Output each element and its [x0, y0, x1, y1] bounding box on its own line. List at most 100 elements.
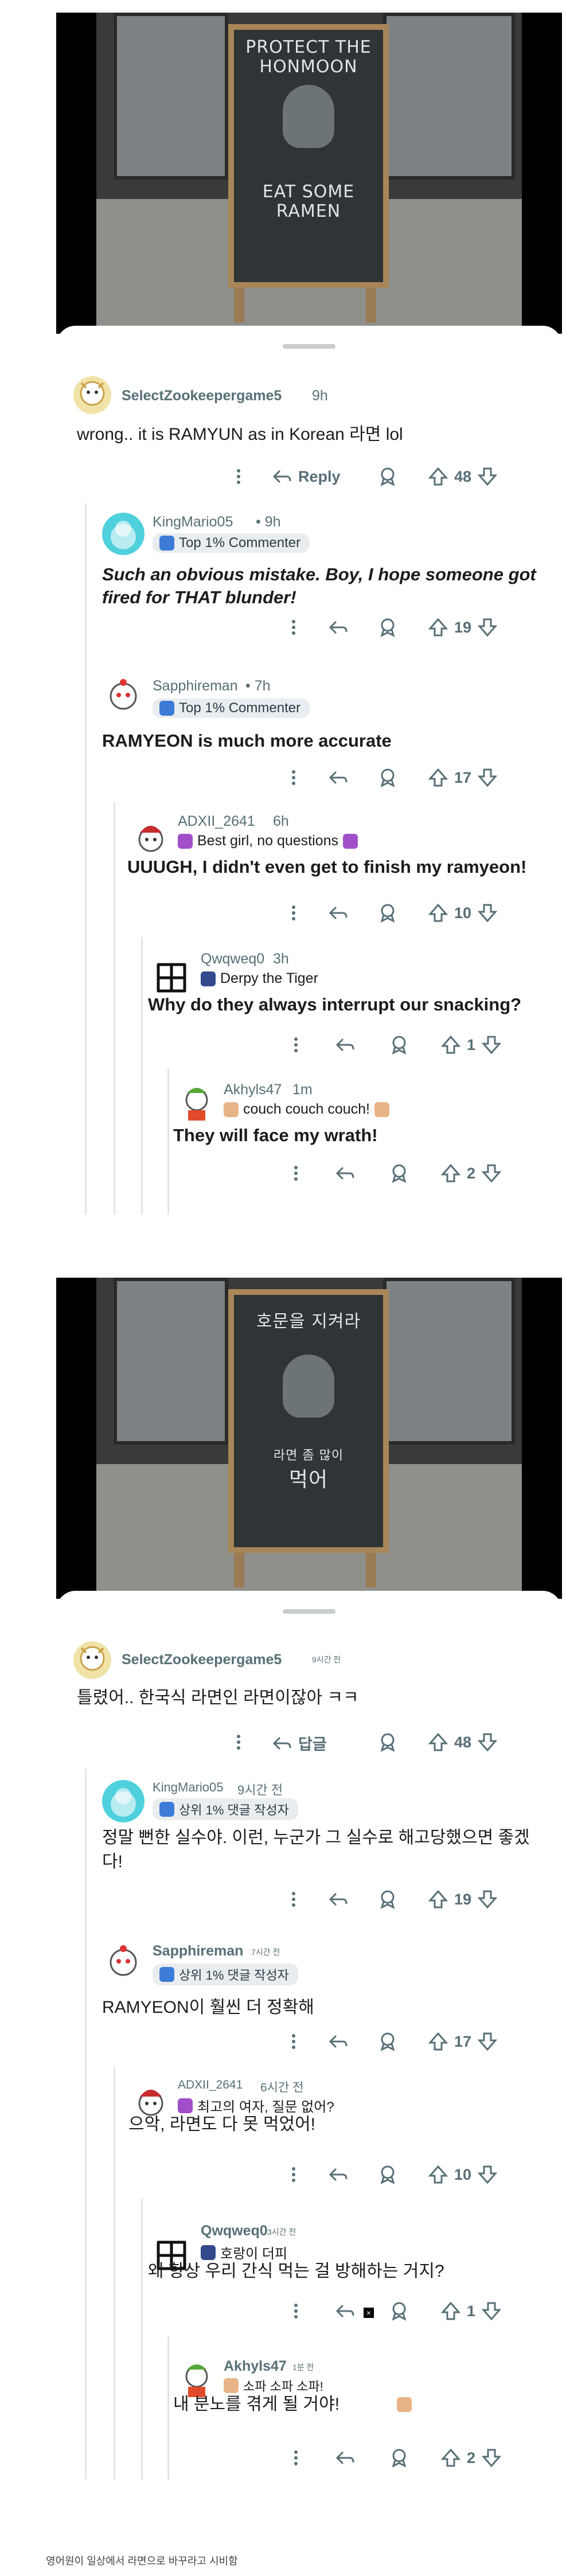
- avatar[interactable]: [102, 513, 145, 555]
- avatar[interactable]: [175, 1083, 218, 1125]
- reply-arrow-icon[interactable]: [328, 2031, 349, 2052]
- close-icon[interactable]: ×: [364, 2308, 374, 2318]
- reply-arrow-icon[interactable]: [335, 2301, 356, 2321]
- downvote-icon[interactable]: [477, 903, 498, 923]
- award-icon[interactable]: [389, 2448, 409, 2468]
- upvote-icon[interactable]: [428, 617, 448, 638]
- upvote-icon[interactable]: [428, 903, 448, 923]
- downvote-icon[interactable]: [481, 1163, 502, 1184]
- reply-button[interactable]: 답글: [272, 1732, 327, 1754]
- post-image-frame: 호문을 지켜라 라면 좀 많이 먹어: [56, 1278, 562, 1599]
- sheet-drag-handle[interactable]: [283, 344, 335, 349]
- downvote-icon[interactable]: [477, 466, 498, 487]
- flair-emoji-icon: [201, 971, 216, 986]
- thread-line[interactable]: [167, 2336, 169, 2480]
- avatar[interactable]: [102, 677, 145, 719]
- reply-arrow-icon[interactable]: [328, 617, 349, 638]
- page-caption: 영어원이 일상에서 라면으로 바꾸라고 시비함: [46, 2555, 238, 2567]
- more-options-icon[interactable]: [286, 2448, 306, 2468]
- downvote-icon[interactable]: [477, 617, 498, 638]
- avatar[interactable]: [151, 958, 192, 998]
- comment-username[interactable]: KingMario05: [153, 514, 233, 530]
- comment-username[interactable]: Sapphireman: [153, 678, 238, 694]
- award-icon[interactable]: [389, 1163, 409, 1184]
- downvote-icon[interactable]: [481, 2301, 502, 2321]
- reply-arrow-icon[interactable]: [328, 767, 349, 788]
- reply-arrow-icon[interactable]: [328, 1889, 349, 1910]
- reply-arrow-icon[interactable]: [335, 1163, 356, 1184]
- award-icon[interactable]: [377, 2031, 398, 2052]
- reply-button[interactable]: Reply: [272, 466, 341, 487]
- thread-line[interactable]: [85, 504, 87, 1215]
- upvote-icon[interactable]: [440, 1035, 461, 1055]
- thread-line[interactable]: [167, 1069, 169, 1215]
- more-options-icon[interactable]: [286, 1035, 306, 1055]
- downvote-icon[interactable]: [477, 767, 498, 788]
- upvote-icon[interactable]: [440, 1163, 461, 1184]
- more-options-icon[interactable]: [228, 1732, 249, 1753]
- user-flair: Top 1% Commenter: [153, 533, 310, 553]
- thread-line[interactable]: [141, 937, 143, 1215]
- comment-username[interactable]: Sapphireman: [153, 1943, 243, 1960]
- more-options-icon[interactable]: [283, 767, 304, 788]
- downvote-icon[interactable]: [477, 1889, 498, 1910]
- award-icon[interactable]: [377, 2164, 398, 2185]
- thread-line[interactable]: [85, 1769, 87, 2480]
- avatar[interactable]: [73, 376, 111, 414]
- avatar[interactable]: [73, 1641, 111, 1679]
- comment-username[interactable]: Akhyls47: [224, 2358, 287, 2375]
- upvote-icon[interactable]: [440, 2448, 461, 2468]
- award-icon[interactable]: [377, 617, 398, 638]
- reply-arrow-icon[interactable]: [328, 2164, 349, 2185]
- award-icon[interactable]: [377, 767, 398, 788]
- upvote-icon[interactable]: [428, 466, 448, 487]
- comment-username[interactable]: Qwqweq0: [201, 951, 264, 967]
- upvote-icon[interactable]: [428, 2031, 448, 2052]
- award-icon[interactable]: [377, 1889, 398, 1910]
- avatar[interactable]: [102, 1780, 145, 1822]
- downvote-icon[interactable]: [481, 1035, 502, 1055]
- comment-username[interactable]: SelectZookeepergame5: [122, 1652, 282, 1668]
- upvote-icon[interactable]: [428, 2164, 448, 2185]
- reply-arrow-icon[interactable]: [335, 1035, 356, 1055]
- comment-username[interactable]: SelectZookeepergame5: [122, 388, 282, 404]
- award-icon[interactable]: [377, 466, 398, 487]
- thread-line[interactable]: [114, 2067, 115, 2480]
- more-options-icon[interactable]: [286, 1163, 306, 1184]
- downvote-icon[interactable]: [477, 2164, 498, 2185]
- reply-arrow-icon[interactable]: [328, 903, 349, 923]
- downvote-icon[interactable]: [481, 2448, 502, 2468]
- more-options-icon[interactable]: [228, 466, 249, 487]
- avatar[interactable]: [102, 1943, 145, 1985]
- award-icon[interactable]: [389, 2301, 409, 2321]
- more-options-icon[interactable]: [283, 2031, 304, 2052]
- more-options-icon[interactable]: [283, 617, 304, 638]
- comment-username[interactable]: ADXII_2641: [178, 813, 255, 830]
- more-options-icon[interactable]: [286, 2301, 306, 2321]
- more-options-icon[interactable]: [283, 1889, 304, 1910]
- upvote-icon[interactable]: [440, 2301, 461, 2321]
- award-icon[interactable]: [377, 903, 398, 923]
- more-options-icon[interactable]: [283, 903, 304, 923]
- comment-username[interactable]: KingMario05: [153, 1780, 224, 1795]
- award-icon[interactable]: [377, 1732, 398, 1753]
- thread-line[interactable]: [141, 2199, 143, 2480]
- upvote-icon[interactable]: [428, 1732, 448, 1753]
- reply-arrow-icon[interactable]: [335, 2448, 356, 2468]
- more-options-icon[interactable]: [283, 2164, 304, 2185]
- downvote-icon[interactable]: [477, 1732, 498, 1753]
- vote-count: 19: [454, 618, 472, 636]
- comment-username[interactable]: ADXII_2641: [178, 2078, 243, 2092]
- avatar[interactable]: [130, 819, 172, 861]
- comment-username[interactable]: Akhyls47: [224, 1082, 282, 1098]
- post-image[interactable]: PROTECT THE HONMOON EAT SOME RAMEN: [96, 13, 522, 334]
- comment-username[interactable]: Qwqweq0: [201, 2223, 268, 2239]
- downvote-icon[interactable]: [477, 2031, 498, 2052]
- upvote-icon[interactable]: [428, 1889, 448, 1910]
- thread-line[interactable]: [114, 802, 115, 1215]
- award-icon[interactable]: [389, 1035, 409, 1055]
- post-image[interactable]: 호문을 지켜라 라면 좀 많이 먹어: [96, 1278, 522, 1599]
- sheet-drag-handle[interactable]: [283, 1609, 335, 1614]
- upvote-icon[interactable]: [428, 767, 448, 788]
- flair-emoji-icon: [178, 2098, 193, 2113]
